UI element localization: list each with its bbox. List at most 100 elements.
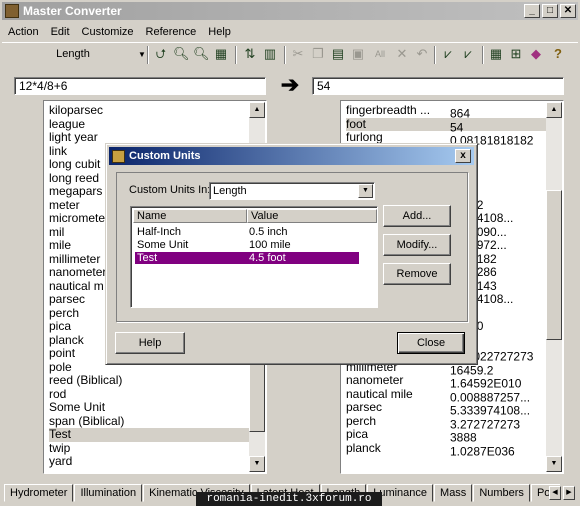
properties-icon[interactable]: ▦ bbox=[213, 46, 229, 62]
result-field: 54 bbox=[312, 77, 564, 95]
add-button[interactable]: Add... bbox=[383, 205, 451, 227]
scroll-thumb[interactable] bbox=[546, 190, 562, 340]
column-header-value[interactable]: Value bbox=[247, 209, 377, 223]
paste-icon[interactable]: ▤ bbox=[330, 46, 346, 62]
close-button[interactable]: ✕ bbox=[560, 4, 576, 18]
cut-icon[interactable]: ✂ bbox=[290, 46, 306, 62]
result-unit-name: foot bbox=[346, 117, 367, 131]
tab-hydrometer[interactable]: Hydrometer bbox=[4, 484, 74, 502]
copy-icon[interactable]: ❐ bbox=[310, 46, 326, 62]
dialog-title-bar: Custom Units x bbox=[109, 147, 474, 165]
tab-scroll-left-icon[interactable]: ◀ bbox=[549, 486, 561, 500]
result-list-item[interactable]: planck 1.0287E036 bbox=[346, 441, 546, 458]
dialog-close-button[interactable]: x bbox=[455, 149, 471, 163]
result-unit-name: perch bbox=[346, 414, 377, 428]
tab-illumination[interactable]: Illumination bbox=[74, 484, 143, 502]
undo-icon[interactable]: ↶ bbox=[414, 46, 430, 62]
menu-bar: Action Edit Customize Reference Help bbox=[2, 22, 578, 42]
chart-alt-icon[interactable]: ⩗ bbox=[460, 46, 476, 62]
custom-unit-row[interactable]: Half-Inch 0.5 inch bbox=[135, 226, 359, 238]
unit-list-item[interactable]: kiloparsec bbox=[49, 103, 249, 118]
zoom-in-icon[interactable]: 🔍︎ bbox=[173, 46, 190, 62]
menu-help[interactable]: Help bbox=[202, 26, 237, 38]
menu-edit[interactable]: Edit bbox=[45, 26, 76, 38]
tab-scroll-right-icon[interactable]: ▶ bbox=[563, 486, 575, 500]
result-list-item[interactable]: foot 54 bbox=[346, 117, 546, 134]
column-header-name[interactable]: Name bbox=[133, 209, 247, 223]
arrow-right-icon: ➔ bbox=[280, 72, 300, 97]
result-unit-name: nautical mile bbox=[346, 387, 413, 401]
result-list-item[interactable]: parsec 5.333974108... bbox=[346, 401, 546, 417]
result-list-item[interactable]: perch 3.272727273 bbox=[346, 414, 546, 431]
close-dialog-button[interactable]: Close bbox=[397, 332, 465, 354]
remove-button[interactable]: Remove bbox=[383, 263, 451, 285]
result-unit-name: planck bbox=[346, 441, 381, 455]
network-icon[interactable]: ⊞ bbox=[508, 46, 524, 62]
menu-customize[interactable]: Customize bbox=[76, 26, 140, 38]
convert-icon[interactable]: ⮍ bbox=[153, 46, 169, 62]
toolbar-separator bbox=[147, 46, 149, 64]
category-select[interactable]: Length ▼ bbox=[10, 46, 148, 62]
zoom-out-icon[interactable]: 🔍︎ bbox=[193, 46, 210, 62]
result-list-item[interactable]: nautical mile 0.008887257... bbox=[346, 387, 546, 404]
window-title: Master Converter bbox=[23, 4, 122, 18]
tab-numbers[interactable]: Numbers bbox=[473, 484, 530, 502]
watermark: romania-inedit.3xforum.ro bbox=[196, 492, 382, 506]
unit-list-item[interactable]: league bbox=[49, 117, 249, 132]
scroll-up-icon[interactable]: ▲ bbox=[546, 102, 562, 118]
toolbar-separator bbox=[482, 46, 484, 64]
clipboard-icon[interactable]: ▣ bbox=[350, 46, 366, 62]
custom-units-dialog: Custom Units x Custom Units In: Length ▼… bbox=[105, 143, 478, 365]
result-unit-name: parsec bbox=[346, 401, 383, 414]
tab-mass[interactable]: Mass bbox=[434, 484, 473, 502]
custom-unit-row[interactable]: Some Unit 100 mile bbox=[135, 239, 359, 251]
calculator-icon[interactable]: ▦ bbox=[488, 46, 504, 62]
help-button[interactable]: Help bbox=[115, 332, 185, 354]
unit-list-item[interactable]: twip bbox=[49, 441, 249, 456]
result-unit-name: nanometer bbox=[346, 374, 404, 387]
result-unit-value: 1.0287E036 bbox=[450, 444, 515, 458]
toolbar-separator bbox=[235, 46, 237, 64]
result-unit-name: fingerbreadth ... bbox=[346, 104, 431, 117]
unit-list-item[interactable]: span (Biblical) bbox=[49, 414, 249, 429]
custom-units-select[interactable]: Length ▼ bbox=[209, 182, 375, 200]
select-all-icon[interactable]: All bbox=[372, 46, 388, 62]
result-list-item[interactable]: nanometer 1.64592E010 bbox=[346, 374, 546, 390]
toolbar-separator bbox=[284, 46, 286, 64]
scroll-down-icon[interactable]: ▼ bbox=[546, 456, 562, 472]
delete-icon[interactable]: ✕ bbox=[394, 46, 410, 62]
result-list-item[interactable]: pica 3888 bbox=[346, 428, 546, 444]
result-scrollbar[interactable]: ▲ ▼ bbox=[546, 102, 562, 472]
menu-reference[interactable]: Reference bbox=[140, 26, 203, 38]
scroll-down-icon[interactable]: ▼ bbox=[249, 456, 265, 472]
help-icon[interactable]: ? bbox=[550, 46, 566, 62]
chevron-down-icon[interactable]: ▼ bbox=[358, 184, 373, 198]
columns-icon[interactable]: ▥ bbox=[262, 46, 278, 62]
maximize-button[interactable]: □ bbox=[542, 4, 558, 18]
custom-units-select-value: Length bbox=[213, 185, 247, 197]
custom-units-label: Custom Units In: bbox=[129, 184, 211, 196]
result-unit-name: pica bbox=[346, 428, 369, 441]
title-bar: Master Converter _ □ ✕ bbox=[2, 2, 578, 20]
unit-list-item[interactable]: Test bbox=[49, 427, 249, 442]
unit-list-item[interactable]: Some Unit bbox=[49, 400, 249, 415]
custom-unit-row-selected[interactable]: Test 4.5 foot bbox=[135, 252, 359, 264]
app-icon bbox=[5, 4, 19, 18]
result-list-item[interactable]: fingerbreadth ... 864 bbox=[346, 104, 546, 120]
main-window: Master Converter _ □ ✕ Action Edit Custo… bbox=[0, 0, 580, 506]
menu-action[interactable]: Action bbox=[2, 26, 45, 38]
book-icon[interactable]: ◆ bbox=[528, 46, 544, 62]
expression-input[interactable]: 12*4/8+6 bbox=[14, 77, 266, 95]
dialog-app-icon bbox=[112, 149, 125, 163]
dialog-title: Custom Units bbox=[129, 150, 201, 162]
scroll-up-icon[interactable]: ▲ bbox=[249, 102, 265, 118]
unit-list-item[interactable]: rod bbox=[49, 387, 249, 402]
custom-units-list[interactable]: Name Value Half-Inch 0.5 inch Some Unit … bbox=[130, 206, 378, 308]
modify-button[interactable]: Modify... bbox=[383, 234, 451, 256]
minimize-button[interactable]: _ bbox=[524, 4, 540, 18]
unit-list-item[interactable]: yard bbox=[49, 454, 249, 469]
toolbar-separator bbox=[434, 46, 436, 64]
unit-list-item[interactable]: reed (Biblical) bbox=[49, 373, 249, 388]
chart-icon[interactable]: ⩗ bbox=[440, 46, 456, 62]
sort-icon[interactable]: ⇅ bbox=[242, 46, 258, 62]
